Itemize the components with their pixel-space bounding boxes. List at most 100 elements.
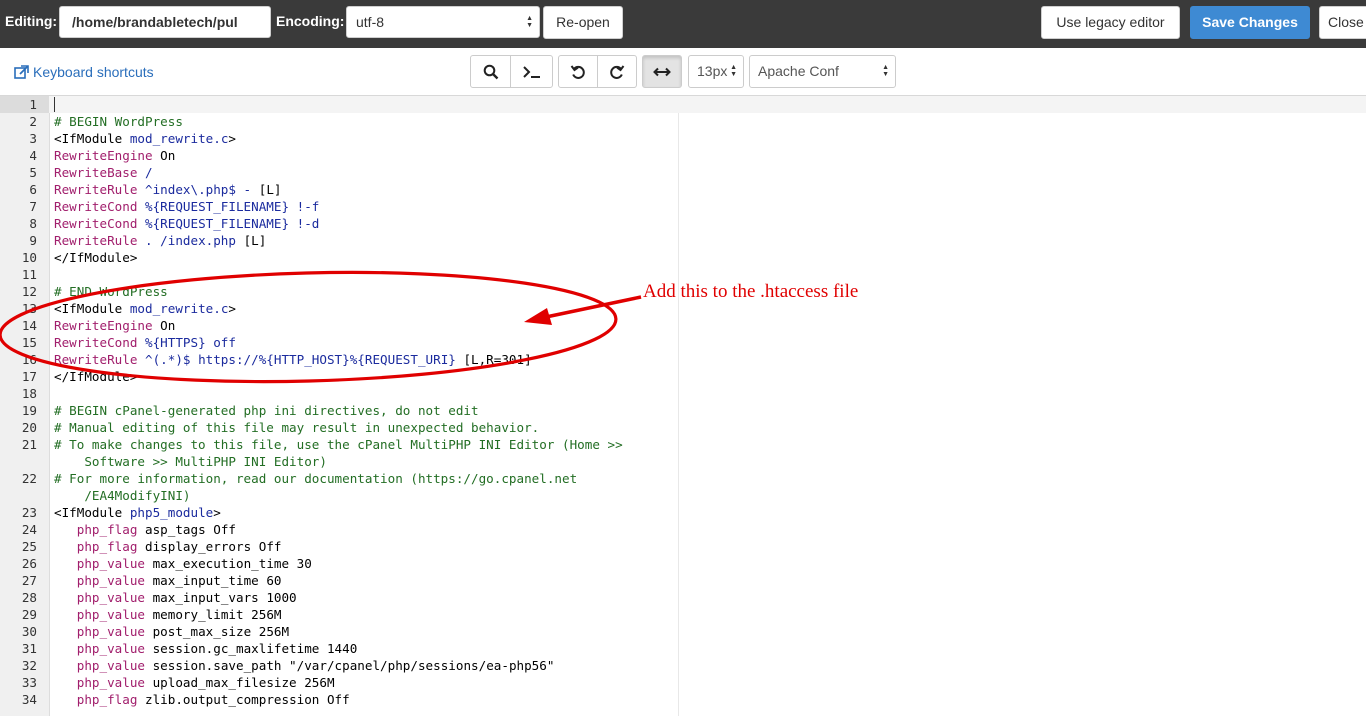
code-line[interactable]: 3 <IfModule mod_rewrite.c>: [0, 130, 1366, 147]
code-text: </IfModule>: [54, 368, 137, 385]
code-token: >: [228, 131, 236, 146]
code-text: php_value max_input_time 60: [54, 572, 282, 589]
redo-button[interactable]: [597, 55, 637, 88]
top-bar: Editing: /home/brandabletech/pul Encodin…: [0, 0, 1366, 48]
keyboard-shortcuts-link[interactable]: Keyboard shortcuts: [14, 64, 154, 80]
code-line[interactable]: 31 php_value session.gc_maxlifetime 1440: [0, 640, 1366, 657]
code-token: mod_rewrite.c: [129, 301, 229, 316]
command-button[interactable]: [510, 55, 553, 88]
line-number: 16: [21, 352, 37, 367]
code-line[interactable]: 6 RewriteRule ^index\.php$ - [L]: [0, 181, 1366, 198]
wrap-toggle-button[interactable]: [642, 55, 682, 88]
font-size-select[interactable]: 13px ▲ ▼: [688, 55, 744, 88]
code-token: >: [213, 505, 221, 520]
code-text: <IfModule php5_module>: [54, 504, 221, 521]
line-number: 26: [21, 556, 37, 571]
code-text: # END WordPress: [54, 283, 168, 300]
code-line[interactable]: 4 RewriteEngine On: [0, 147, 1366, 164]
code-text: RewriteRule ^(.*)$ https://%{HTTP_HOST}%…: [54, 351, 532, 368]
code-token: # END WordPress: [54, 284, 168, 299]
code-line[interactable]: 16 RewriteRule ^(.*)$ https://%{HTTP_HOST…: [0, 351, 1366, 368]
code-line[interactable]: 19 # BEGIN cPanel-generated php ini direc…: [0, 402, 1366, 419]
code-line[interactable]: 10 </IfModule>: [0, 249, 1366, 266]
line-number: 34: [21, 692, 37, 707]
line-number: 33: [21, 675, 37, 690]
code-line[interactable]: 7 RewriteCond %{REQUEST_FILENAME} !-f: [0, 198, 1366, 215]
code-line[interactable]: 24 php_flag asp_tags Off: [0, 521, 1366, 538]
code-line[interactable]: 30 php_value post_max_size 256M: [0, 623, 1366, 640]
line-number: 20: [21, 420, 37, 435]
line-number: 8: [29, 216, 37, 231]
code-line[interactable]: 34 php_flag zlib.output_compression Off: [0, 691, 1366, 708]
code-line[interactable]: Software >> MultiPHP INI Editor): [0, 453, 1366, 470]
code-line[interactable]: 29 php_value memory_limit 256M: [0, 606, 1366, 623]
code-text: RewriteBase /: [54, 164, 153, 181]
code-line[interactable]: 27 php_value max_input_time 60: [0, 572, 1366, 589]
line-number: 18: [21, 386, 37, 401]
encoding-select[interactable]: utf-8 ▲ ▼: [346, 6, 540, 38]
code-text: # BEGIN WordPress: [54, 113, 183, 130]
code-line[interactable]: 25 php_flag display_errors Off: [0, 538, 1366, 555]
code-line[interactable]: 14 RewriteEngine On: [0, 317, 1366, 334]
undo-button[interactable]: [558, 55, 598, 88]
code-line[interactable]: 20 # Manual editing of this file may resu…: [0, 419, 1366, 436]
keyboard-shortcuts-label: Keyboard shortcuts: [33, 64, 154, 80]
code-line[interactable]: 32 php_value session.save_path "/var/cpa…: [0, 657, 1366, 674]
code-line[interactable]: 33 php_value upload_max_filesize 256M: [0, 674, 1366, 691]
code-token: display_errors Off: [137, 539, 282, 554]
reopen-button[interactable]: Re-open: [543, 6, 623, 39]
code-text: RewriteCond %{HTTPS} off: [54, 334, 236, 351]
code-line[interactable]: 1: [0, 96, 1366, 113]
code-line[interactable]: 15 RewriteCond %{HTTPS} off: [0, 334, 1366, 351]
code-line[interactable]: 26 php_value max_execution_time 30: [0, 555, 1366, 572]
legacy-editor-button[interactable]: Use legacy editor: [1041, 6, 1180, 39]
code-line[interactable]: 5 RewriteBase /: [0, 164, 1366, 181]
line-number: 11: [21, 267, 37, 282]
code-text: # For more information, read our documen…: [54, 470, 577, 487]
code-text: php_value post_max_size 256M: [54, 623, 289, 640]
code-line[interactable]: /EA4ModifyINI): [0, 487, 1366, 504]
code-line[interactable]: 28 php_value max_input_vars 1000: [0, 589, 1366, 606]
line-number: 17: [21, 369, 37, 384]
close-button[interactable]: Close: [1319, 6, 1366, 39]
code-token: ^index\.php$ -: [137, 182, 259, 197]
search-icon: [483, 64, 498, 79]
redo-icon: [610, 64, 625, 79]
mode-value: Apache Conf: [758, 63, 839, 79]
line-number: 14: [21, 318, 37, 333]
code-token: RewriteCond: [54, 216, 138, 231]
code-token: <IfModule: [54, 301, 130, 316]
code-token: %{REQUEST_FILENAME} !-f: [137, 199, 320, 214]
line-number: 3: [29, 131, 37, 146]
code-lines[interactable]: 1 2 # BEGIN WordPress 3 <IfModule mod_rewrit…: [0, 96, 1366, 708]
line-number: 28: [21, 590, 37, 605]
code-line[interactable]: 22 # For more information, read our docum…: [0, 470, 1366, 487]
line-number: 9: [29, 233, 37, 248]
code-line[interactable]: 2 # BEGIN WordPress: [0, 113, 1366, 130]
search-button[interactable]: [470, 55, 511, 88]
code-text: <IfModule mod_rewrite.c>: [54, 130, 236, 147]
code-editor[interactable]: 1 2 # BEGIN WordPress 3 <IfModule mod_rewrit…: [0, 95, 1366, 716]
code-line[interactable]: 17 </IfModule>: [0, 368, 1366, 385]
code-text: php_flag zlib.output_compression Off: [54, 691, 350, 708]
file-path-field[interactable]: /home/brandabletech/pul: [59, 6, 271, 38]
code-line[interactable]: 9 RewriteRule . /index.php [L]: [0, 232, 1366, 249]
code-token: [L]: [243, 233, 267, 248]
code-line[interactable]: 18: [0, 385, 1366, 402]
code-token: On: [152, 148, 176, 163]
save-changes-button[interactable]: Save Changes: [1190, 6, 1310, 39]
code-token: php_value: [76, 675, 145, 690]
code-token: asp_tags Off: [137, 522, 236, 537]
mode-select[interactable]: Apache Conf ▲ ▼: [749, 55, 896, 88]
code-line[interactable]: 8 RewriteCond %{REQUEST_FILENAME} !-d: [0, 215, 1366, 232]
code-text: /EA4ModifyINI): [54, 487, 190, 504]
code-line[interactable]: 23 <IfModule php5_module>: [0, 504, 1366, 521]
code-line[interactable]: 21 # To make changes to this file, use th…: [0, 436, 1366, 453]
